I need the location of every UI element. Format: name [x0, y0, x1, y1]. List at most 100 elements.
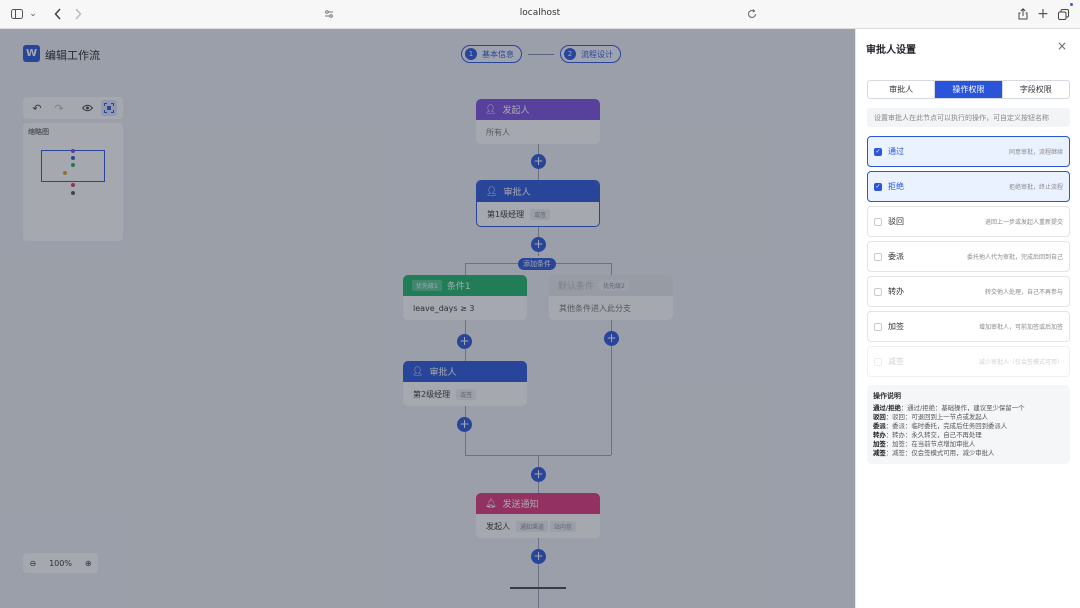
tab-approver[interactable]: 审批人 — [868, 81, 934, 98]
approver-level: 第1级经理 — [487, 209, 525, 219]
permission-approve[interactable]: ✓ 通过 同意审批，流程继续 — [867, 136, 1070, 167]
start-node[interactable]: 👤︎ 发起人 所有人 — [476, 99, 600, 144]
node-body: 所有人 — [486, 127, 510, 137]
node-body: 发起人 通知渠道 站内信 — [476, 514, 600, 538]
checkbox[interactable]: ✓ — [874, 182, 882, 191]
tabs-icon[interactable] — [1055, 6, 1071, 22]
notify-channel-tag: 站内信 — [550, 520, 577, 532]
checkbox[interactable] — [874, 252, 882, 261]
back-icon[interactable] — [50, 6, 66, 22]
app-header: W 编辑工作流 1 基本信息 2 流程设计 — [0, 29, 855, 79]
permission-desc: 退回上一步或发起人重新提交 — [984, 219, 1063, 226]
notify-node[interactable]: 🔔︎ 发送通知 发起人 通知渠道 站内信 — [476, 493, 600, 538]
permission-name: 减签 — [888, 357, 904, 366]
sidebar-icon[interactable] — [9, 6, 25, 22]
add-node-button[interactable]: + — [604, 331, 619, 346]
hint-text: 设置审批人在此节点可以执行的操作，可自定义按钮名称 — [867, 108, 1070, 127]
note-line: 转办：转办：永久转交，自己不再处理 — [873, 431, 982, 439]
node-title: 发送通知 — [502, 500, 539, 510]
minimap-node — [71, 191, 75, 195]
chevron-down-icon[interactable]: ⌄ — [25, 6, 41, 22]
tab-field-permissions[interactable]: 字段权限 — [1001, 81, 1069, 98]
permission-name: 拒绝 — [888, 182, 904, 191]
permission-desc: 增加审批人，可前加签或后加签 — [978, 324, 1063, 331]
condition-node[interactable]: 优先级1 条件1 leave_days ≥ 3 — [403, 275, 527, 320]
node-title: 默认条件 — [558, 282, 595, 292]
new-tab-icon[interactable]: + — [1035, 6, 1051, 22]
add-node-button[interactable]: + — [457, 334, 472, 349]
note-line: 减签：减签：仅会签模式可用，减少审批人 — [873, 449, 995, 457]
approver-settings-panel: 审批人设置 × 审批人 操作权限 字段权限 设置审批人在此节点可以执行的操作，可… — [855, 29, 1080, 608]
approver-node[interactable]: 👤︎ 审批人 第2级经理 或签 — [403, 361, 527, 406]
checkbox[interactable] — [874, 287, 882, 296]
approver-node[interactable]: 👤︎ 审批人 第1级经理 或签 — [476, 180, 600, 227]
add-node-button[interactable]: + — [457, 417, 472, 432]
priority-tag: 优先级1 — [412, 280, 442, 291]
operation-notes: 操作说明 通过/拒绝：通过/拒绝：基础操作，建议至少保留一个 驳回：驳回：可退回… — [867, 385, 1070, 464]
permission-name: 委派 — [888, 252, 904, 261]
add-node-button[interactable]: + — [531, 549, 546, 564]
notify-target: 发起人 — [486, 521, 510, 531]
step-connector — [528, 53, 554, 55]
permission-reject[interactable]: ✓ 拒绝 拒绝审批，终止流程 — [867, 171, 1070, 202]
default-condition-node[interactable]: 默认条件 优先级2 其他条件进入此分支 — [549, 275, 673, 320]
condition-expression: 其他条件进入此分支 — [559, 303, 631, 313]
note-line: 驳回：驳回：可退回到上一节点或发起人 — [873, 413, 989, 421]
user-check-icon: 👤︎ — [412, 366, 424, 377]
end-marker — [510, 587, 566, 589]
add-node-button[interactable]: + — [531, 237, 546, 252]
minimap-title: 缩略图 — [28, 128, 49, 136]
undo-icon[interactable]: ↶ — [29, 100, 45, 116]
redo-icon[interactable]: ↷ — [51, 100, 67, 116]
panel-tabs: 审批人 操作权限 字段权限 — [867, 80, 1070, 99]
permission-transfer[interactable]: 转办 转交他人处理，自己不再参与 — [867, 276, 1070, 307]
zoom-in-icon[interactable]: ⊕ — [85, 559, 92, 568]
forward-icon[interactable] — [70, 6, 86, 22]
panel-title: 审批人设置 — [866, 45, 916, 56]
share-icon[interactable] — [1015, 6, 1031, 22]
add-node-button[interactable]: + — [531, 467, 546, 482]
add-node-button[interactable]: + — [531, 154, 546, 169]
permission-delegate[interactable]: 委派 委托他人代为审批，完成后回到自己 — [867, 241, 1070, 272]
priority-tag: 优先级2 — [599, 280, 629, 291]
permission-desc: 同意审批，流程继续 — [1008, 149, 1063, 156]
node-title: 条件1 — [446, 282, 471, 292]
node-header: 👤︎ 发起人 — [476, 99, 600, 120]
minimap-node — [63, 171, 67, 175]
eye-icon[interactable] — [79, 100, 95, 116]
step-flow-design[interactable]: 2 流程设计 — [560, 45, 621, 63]
note-line: 通过/拒绝：通过/拒绝：基础操作，建议至少保留一个 — [873, 404, 1025, 412]
step-number: 1 — [465, 48, 477, 60]
notes-title: 操作说明 — [873, 392, 901, 400]
node-header: 优先级1 条件1 — [403, 275, 527, 296]
checkbox[interactable]: ✓ — [874, 147, 882, 156]
node-header: 🔔︎ 发送通知 — [476, 493, 600, 514]
step-indicator: 1 基本信息 2 流程设计 — [461, 45, 621, 63]
step-basic-info[interactable]: 1 基本信息 — [461, 45, 522, 63]
site-settings-icon[interactable] — [321, 6, 337, 22]
node-title: 审批人 — [429, 368, 457, 378]
permission-name: 通过 — [888, 147, 904, 156]
approval-mode-tag: 或签 — [530, 208, 551, 220]
address-bar[interactable]: localhost — [0, 8, 1080, 18]
reload-icon[interactable] — [744, 6, 760, 22]
zoom-out-icon[interactable]: ⊖ — [29, 559, 36, 568]
close-icon[interactable]: × — [1057, 39, 1067, 53]
node-title: 发起人 — [502, 106, 530, 116]
step-number: 2 — [564, 48, 576, 60]
permission-add-signer[interactable]: 加签 增加审批人，可前加签或后加签 — [867, 311, 1070, 342]
minimap[interactable]: 缩略图 — [23, 123, 123, 241]
permission-remove-signer: 减签 减少审批人（仅会签模式可用） — [867, 346, 1070, 377]
node-body: 第1级经理 或签 — [477, 202, 599, 226]
tab-permissions[interactable]: 操作权限 — [934, 81, 1002, 98]
permission-return[interactable]: 驳回 退回上一步或发起人重新提交 — [867, 206, 1070, 237]
fit-view-icon[interactable] — [101, 100, 117, 116]
minimap-node — [71, 149, 75, 153]
add-condition-button[interactable]: 添加条件 — [518, 258, 556, 270]
permission-desc: 委托他人代为审批，完成后回到自己 — [966, 254, 1063, 261]
permission-desc: 拒绝审批，终止流程 — [1008, 184, 1063, 191]
browser-toolbar: localhost ⌄ + — [0, 0, 1080, 29]
checkbox[interactable] — [874, 322, 882, 331]
canvas-toolbar: ↶ ↷ — [23, 97, 123, 119]
checkbox[interactable] — [874, 217, 882, 226]
